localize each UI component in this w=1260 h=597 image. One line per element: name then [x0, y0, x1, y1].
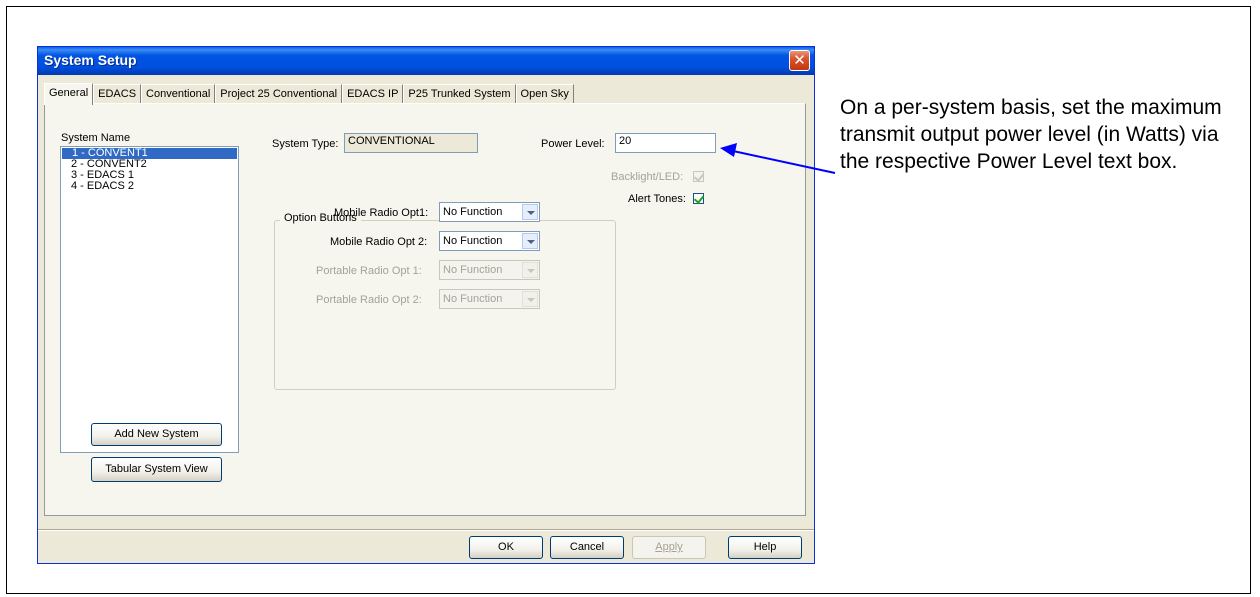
callout-arrow	[720, 143, 836, 174]
callout-arrow-line	[732, 150, 836, 174]
tab-general[interactable]: General	[44, 83, 94, 105]
callout-arrowhead	[720, 143, 737, 157]
annotation-text: On a per-system basis, set the maximum t…	[840, 96, 1222, 173]
